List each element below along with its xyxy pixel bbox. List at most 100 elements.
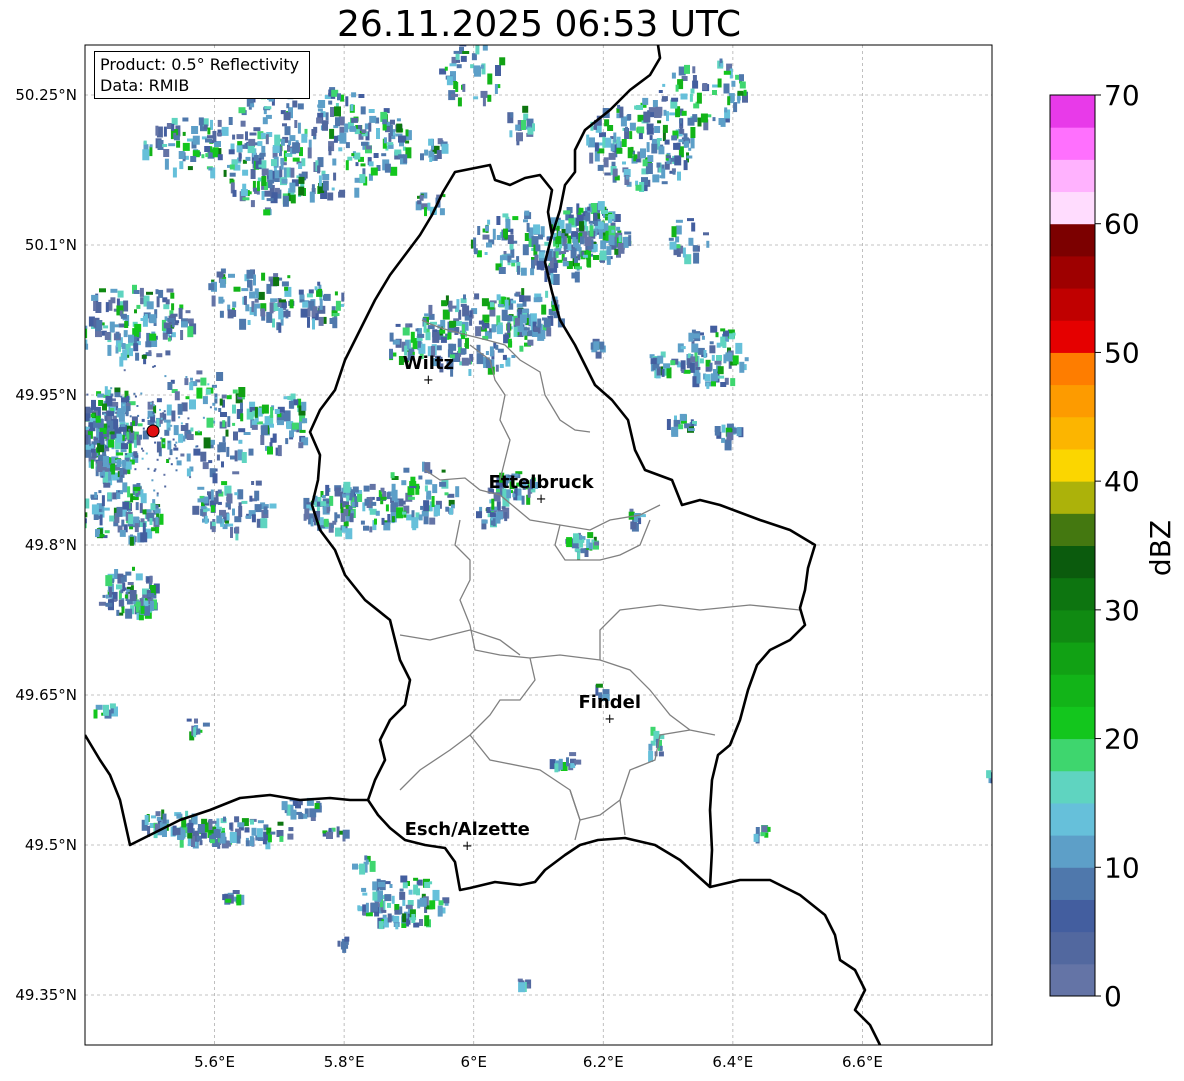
echo-cell [152, 411, 155, 414]
echo-cell [668, 237, 674, 241]
echo-cell [469, 310, 473, 318]
echo-cell [625, 175, 629, 180]
echo-cell [263, 209, 271, 216]
echo-cell [110, 297, 116, 304]
echo-cell [236, 145, 243, 153]
echo-cell [187, 326, 194, 338]
echo-cell [185, 310, 191, 314]
echo-cell [608, 152, 616, 160]
echo-cell [679, 119, 682, 124]
echo-cell [123, 330, 128, 338]
echo-cell [496, 235, 501, 240]
echo-cell [193, 727, 197, 738]
echo-cell [104, 332, 111, 340]
echo-cell [360, 106, 366, 115]
echo-cell [993, 771, 1000, 781]
colorbar-segment [1050, 609, 1095, 643]
echo-cell [210, 439, 215, 445]
echo-cell [234, 516, 242, 523]
echo-cell [281, 178, 288, 184]
echo-cell [75, 322, 78, 327]
echo-cell [292, 142, 300, 154]
echo-cell [646, 123, 654, 130]
echo-cell [724, 439, 732, 451]
echo-cell [692, 245, 698, 252]
echo-cell [298, 163, 303, 169]
echo-cell [654, 126, 661, 133]
echo-cell [444, 66, 448, 71]
echo-cell [575, 217, 579, 226]
echo-cell [678, 424, 684, 430]
echo-cell [449, 507, 454, 515]
echo-cell [736, 427, 742, 437]
echo-cell [346, 495, 350, 502]
echo-cell [580, 548, 586, 554]
echo-cell [669, 241, 677, 250]
colorbar-segment [1050, 513, 1095, 546]
echo-cell [260, 132, 266, 139]
echo-cell [227, 416, 231, 428]
echo-cell [485, 351, 489, 355]
echo-cell [369, 860, 376, 872]
echo-cell [432, 889, 440, 901]
echo-cell [234, 450, 238, 462]
echo-cell [91, 399, 96, 410]
echo-cell [165, 299, 170, 305]
echo-cell [333, 135, 338, 143]
colorbar-segment [1050, 416, 1095, 450]
echo-cell [187, 166, 193, 171]
echo-cell [233, 286, 241, 292]
echo-cell [484, 252, 488, 255]
echo-cell [351, 117, 359, 123]
colorbar-segment [1050, 867, 1095, 900]
echo-cell [116, 493, 121, 499]
echo-cell [522, 309, 530, 314]
echo-cell [278, 307, 282, 315]
echo-cell [212, 473, 218, 484]
echo-cell [424, 149, 429, 156]
echo-cell [375, 510, 380, 516]
echo-cell [492, 518, 496, 527]
data-source-text: Data: RMIB [100, 76, 190, 95]
echo-cell [523, 327, 530, 331]
echo-cell [272, 145, 280, 153]
echo-cell [399, 888, 404, 892]
echo-cell [175, 457, 178, 460]
echo-cell [196, 728, 201, 735]
echo-cell [456, 64, 462, 69]
echo-cell [343, 521, 349, 527]
echo-cell [709, 345, 716, 354]
echo-cell [496, 501, 501, 511]
echo-cell [608, 214, 615, 219]
echo-cell [293, 399, 299, 406]
echo-cell [692, 80, 699, 89]
echo-cell [482, 97, 486, 107]
echo-cell [261, 190, 265, 200]
echo-cell [386, 492, 391, 500]
echo-cell [307, 307, 311, 317]
echo-cell [158, 289, 164, 298]
echo-cell [558, 758, 563, 770]
echo-cell [85, 449, 92, 458]
echo-cell [282, 195, 289, 207]
echo-cell [267, 446, 273, 455]
echo-cell [194, 718, 198, 724]
echo-cell [693, 103, 700, 109]
echo-cell [156, 296, 160, 308]
echo-cell [232, 189, 237, 197]
echo-cell [197, 486, 205, 490]
echo-cell [155, 811, 161, 817]
echo-cell [174, 445, 177, 448]
echo-cell [671, 135, 678, 141]
echo-cell [218, 296, 224, 304]
echo-cell [611, 229, 615, 233]
echo-cell [352, 486, 359, 493]
echo-cell [390, 119, 395, 125]
echo-cell [134, 395, 137, 398]
echo-cell [332, 520, 337, 525]
echo-cell [432, 331, 440, 343]
echo-cell [140, 605, 145, 614]
echo-cell [387, 913, 392, 923]
echo-cell [238, 502, 242, 513]
echo-cell [228, 117, 233, 125]
